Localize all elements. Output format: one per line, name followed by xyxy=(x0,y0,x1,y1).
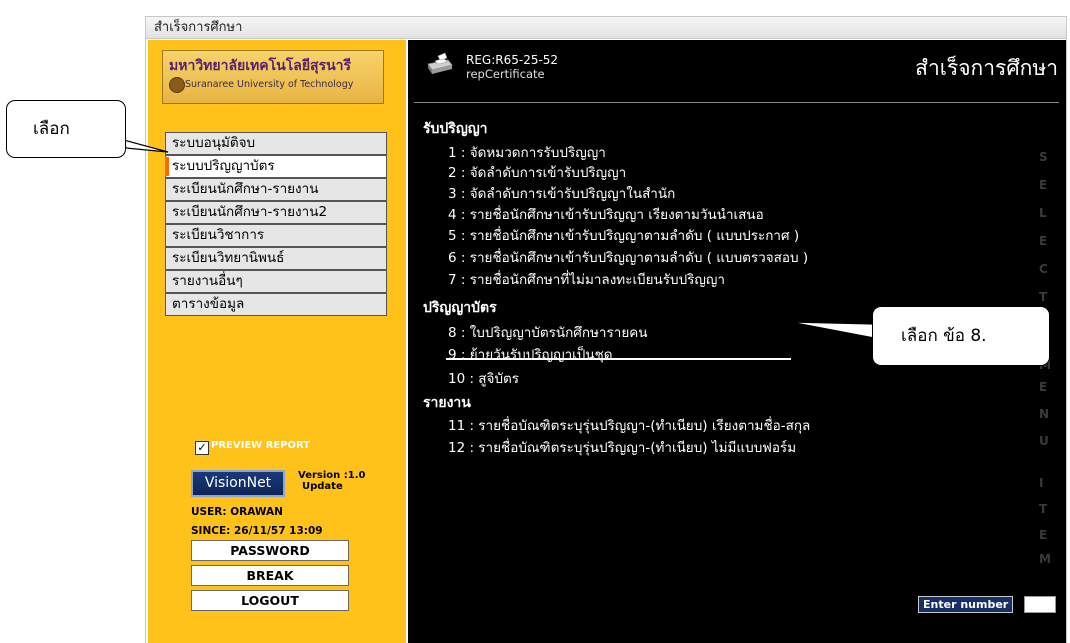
watermark-letter: M xyxy=(1039,552,1051,566)
watermark-letter: N xyxy=(1039,407,1050,421)
break-button[interactable]: BREAK xyxy=(191,565,349,586)
menu-option-3[interactable]: 3 : จัดลำดับการเข้ารับปริญญาในสำนัก xyxy=(448,182,675,204)
section-reports: รายงาน xyxy=(423,395,471,411)
version-label: Version :1.0 xyxy=(298,470,366,481)
window-titlebar: สำเร็จการศึกษา xyxy=(146,17,1066,39)
menu-option-2[interactable]: 2 : จัดลำดับการเข้ารับปริญญา xyxy=(448,161,626,183)
watermark-letter: E xyxy=(1039,178,1048,192)
printer-icon xyxy=(427,52,453,74)
enter-number-input[interactable] xyxy=(1024,596,1056,613)
report-code: REG:R65-25-52 xyxy=(466,53,559,67)
session-since: SINCE: 26/11/57 13:09 xyxy=(191,525,323,537)
watermark-letter: S xyxy=(1039,150,1048,164)
enter-number-label: Enter number xyxy=(918,596,1014,613)
page-title: สำเร็จการศึกษา xyxy=(915,56,1058,80)
menu-option-11[interactable]: 11 : รายชื่อบัณฑิตระบุรุ่นปริญญา-(ทำเนีย… xyxy=(448,414,810,436)
menu-option-5[interactable]: 5 : รายชื่อนักศึกษาเข้ารับปริญญาตามลำดับ… xyxy=(448,224,799,246)
update-label: Update xyxy=(302,481,343,492)
menu-option-1[interactable]: 1 : จัดหมวดการรับปริญญา xyxy=(448,141,606,163)
watermark-letter: C xyxy=(1039,262,1048,276)
menu-option-4[interactable]: 4 : รายชื่อนักศึกษาเข้ารับปริญญา เรียงตา… xyxy=(448,203,764,225)
watermark-letter: L xyxy=(1039,206,1047,220)
sidebar-item-data-tables[interactable]: ตารางข้อมูล xyxy=(165,293,387,316)
section-receive-degree: รับปริญญา xyxy=(423,121,488,137)
menu-option-10[interactable]: 10 : สูจิบัตร xyxy=(448,367,519,389)
sidebar-item-degree-certificate[interactable]: ระบบปริญญาบัตร xyxy=(165,155,387,178)
watermark-letter: T xyxy=(1039,290,1048,304)
preview-report-label: PREVIEW REPORT xyxy=(211,440,311,451)
watermark-letter: U xyxy=(1039,434,1049,448)
header-divider xyxy=(414,102,1059,103)
menu-option-8[interactable]: 8 : ใบปริญญาบัตรนักศึกษารายคน xyxy=(448,321,648,343)
version-info: Version :1.0 Update xyxy=(298,470,365,492)
callout-select: เลือก xyxy=(6,100,126,158)
sidebar-item-approve-graduation[interactable]: ระบบอนุมัติจบ xyxy=(165,132,387,155)
left-panel: มหาวิทยาลัยเทคโนโลยีสุรนารี Suranaree Un… xyxy=(148,40,406,643)
sidebar-item-student-records-report[interactable]: ระเบียนนักศึกษา-รายงาน xyxy=(165,178,387,201)
emblem-icon xyxy=(169,77,185,93)
menu-option-12[interactable]: 12 : รายชื่อบัณฑิตระบุรุ่นปริญญา-(ทำเนีย… xyxy=(448,436,796,458)
sidebar-item-thesis-records[interactable]: ระเบียนวิทยานิพนธ์ xyxy=(165,247,387,270)
section-degree-certificate: ปริญญาบัตร xyxy=(423,300,497,316)
callout-select-item-8: เลือก ข้อ 8. xyxy=(872,306,1050,366)
sidebar-item-academic-records[interactable]: ระเบียนวิชาการ xyxy=(165,224,387,247)
university-name-th: มหาวิทยาลัยเทคโนโลยีสุรนารี xyxy=(169,58,352,74)
menu-option-6[interactable]: 6 : รายชื่อนักศึกษาเข้ารับปริญญาตามลำดับ… xyxy=(448,246,808,268)
report-name: repCertificate xyxy=(466,67,545,81)
watermark-letter: E xyxy=(1039,528,1048,542)
menu-option-9[interactable]: 9 : ย้ายวันรับปริญญาเป็นชุด xyxy=(448,343,613,365)
university-name-en: Suranaree University of Technology xyxy=(185,79,354,90)
watermark-letter: I xyxy=(1039,476,1044,490)
logout-button[interactable]: LOGOUT xyxy=(191,590,349,611)
university-logo: มหาวิทยาลัยเทคโนโลยีสุรนารี Suranaree Un… xyxy=(162,50,384,104)
visionnet-logo: VisionNet xyxy=(191,470,285,497)
current-user: USER: ORAWAN xyxy=(191,506,283,518)
watermark-letter: T xyxy=(1039,502,1048,516)
menu-option-7[interactable]: 7 : รายชื่อนักศึกษาที่ไม่มาลงทะเบียนรับป… xyxy=(448,268,725,290)
watermark-letter: E xyxy=(1039,234,1048,248)
watermark-letter: E xyxy=(1039,380,1048,394)
password-button[interactable]: PASSWORD xyxy=(191,540,349,561)
sidebar-item-other-reports[interactable]: รายงานอื่นๆ xyxy=(165,270,387,293)
sidebar-item-student-records-report2[interactable]: ระเบียนนักศึกษา-รายงาน2 xyxy=(165,201,387,224)
preview-report-checkbox[interactable]: ✓ xyxy=(195,441,209,455)
